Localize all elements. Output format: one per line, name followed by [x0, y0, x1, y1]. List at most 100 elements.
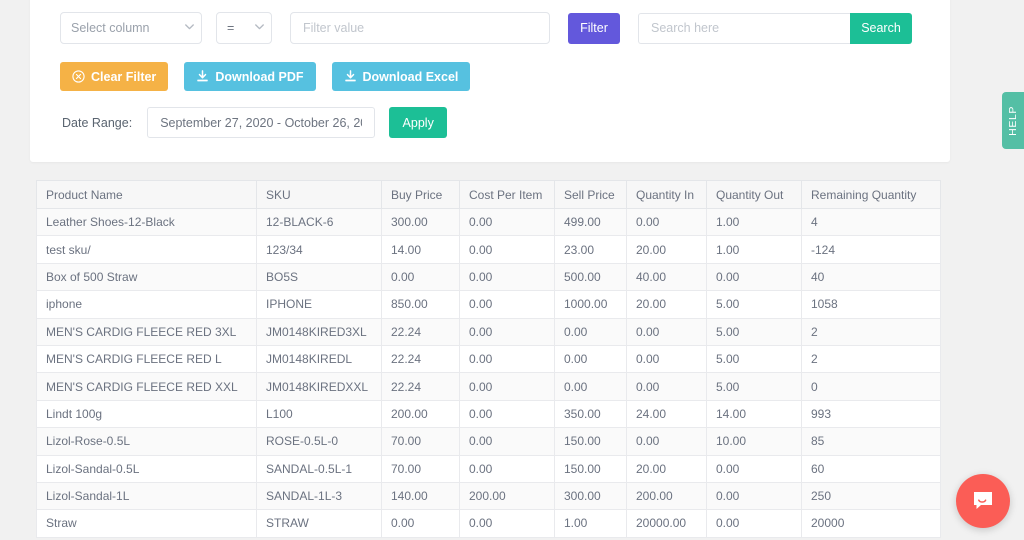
table-cell: SANDAL-1L-3: [256, 481, 382, 511]
select-column-dropdown[interactable]: Select column: [60, 12, 202, 44]
table-cell: 850.00: [381, 290, 460, 319]
table-cell: 70.00: [381, 427, 460, 456]
table-cell: Leather Shoes-12-Black: [36, 207, 257, 237]
table-row: MEN'S CARDIG FLEECE RED XXL JM0148KIREDXX…: [36, 372, 941, 401]
table-column-header: Quantity Out: [706, 180, 802, 209]
table-cell: 300.00: [381, 207, 460, 237]
filter-panel: Select column = Filter Search: [30, 0, 950, 162]
table-cell: 993: [801, 399, 941, 429]
table-row: Box of 500 Straw BO5S 0.00 0.00 500.00 40.00 0…: [36, 262, 941, 292]
table-body: Leather Shoes-12-Black 12-BLACK-6 300.00 0.…: [36, 207, 941, 538]
table-cell: 0.00: [626, 207, 707, 237]
table-cell: 5.00: [706, 317, 802, 346]
table-cell: test sku/: [36, 235, 257, 264]
table-cell: 23.00: [554, 235, 627, 264]
table-cell: Lizol-Sandal-1L: [36, 481, 257, 511]
table-cell: BO5S: [256, 262, 382, 292]
date-range-input[interactable]: [147, 107, 376, 138]
download-pdf-label: Download PDF: [215, 69, 304, 84]
table-cell: 20.00: [626, 454, 707, 483]
table-cell: 499.00: [554, 207, 627, 237]
table-cell: 20000.00: [626, 509, 707, 538]
table-header: Product Name SKU Buy Price Cost Per Item Sel…: [36, 180, 941, 209]
chat-bubble-icon: [970, 488, 996, 514]
table-cell: 150.00: [554, 427, 627, 456]
table-cell: 123/34: [256, 235, 382, 264]
table-cell: 0.00: [554, 344, 627, 374]
search-input[interactable]: [638, 12, 850, 44]
table-cell: Lindt 100g: [36, 399, 257, 429]
chat-widget-button[interactable]: [956, 474, 1010, 528]
table-cell: 4: [801, 207, 941, 237]
help-tab[interactable]: HELP: [1002, 92, 1024, 149]
table-cell: 0.00: [459, 427, 555, 456]
table-row: MEN'S CARDIG FLEECE RED L JM0148KIREDL 22.…: [36, 344, 941, 374]
table-cell: 0.00: [626, 344, 707, 374]
table-row: Straw STRAW 0.00 0.00 1.00 20000.00 0.00 20000: [36, 509, 941, 538]
inventory-table: Product Name SKU Buy Price Cost Per Item Sel…: [36, 180, 941, 538]
date-range-label: Date Range:: [62, 115, 133, 130]
table-cell: 0.00: [554, 317, 627, 346]
download-icon: [344, 70, 357, 83]
search-group: Search: [638, 12, 912, 44]
table-cell: 0.00: [459, 262, 555, 292]
table-column-header: Product Name: [36, 180, 257, 209]
chevron-down-icon: [255, 24, 264, 32]
table-cell: 70.00: [381, 454, 460, 483]
table-cell: 24.00: [626, 399, 707, 429]
table-cell: 0.00: [459, 454, 555, 483]
table-row: Lizol-Rose-0.5L ROSE-0.5L-0 70.00 0.00 150.0…: [36, 427, 941, 456]
table-cell: JM0148KIREDL: [256, 344, 382, 374]
table-row: test sku/123/34 14.00 0.00 23.00 20.00 1.00 -1…: [36, 235, 941, 264]
table-cell: 140.00: [381, 481, 460, 511]
table-row: Lizol-Sandal-0.5L SANDAL-0.5L-1 70.00 0.00 1…: [36, 454, 941, 483]
table-cell: 22.24: [381, 317, 460, 346]
table-cell: 350.00: [554, 399, 627, 429]
circle-x-icon: [72, 70, 85, 83]
apply-button[interactable]: Apply: [389, 107, 448, 138]
table-cell: 10.00: [706, 427, 802, 456]
search-button[interactable]: Search: [850, 12, 912, 44]
table-cell: 0.00: [381, 509, 460, 538]
page-root: Select column = Filter Search: [0, 0, 1024, 540]
table-column-header: Quantity In: [626, 180, 707, 209]
table-cell: 5.00: [706, 344, 802, 374]
table-header-row: Product Name SKU Buy Price Cost Per Item Sel…: [36, 180, 941, 209]
clear-filter-button[interactable]: Clear Filter: [60, 62, 169, 91]
table-row: iphone IPHONE 850.00 0.00 1000.00 20.00 5.00 10…: [36, 290, 941, 319]
table-column-header: Sell Price: [554, 180, 627, 209]
table-cell: 0.00: [459, 372, 555, 401]
table-cell: 2: [801, 317, 941, 346]
table-cell: 0.00: [459, 317, 555, 346]
table-cell: -124: [801, 235, 941, 264]
table-cell: 0.00: [381, 262, 460, 292]
table-cell: 40: [801, 262, 941, 292]
table-cell: MEN'S CARDIG FLEECE RED L: [36, 344, 257, 374]
table-row: Lizol-Sandal-1L SANDAL-1L-3 140.00 200.00 30…: [36, 481, 941, 511]
table-cell: 200.00: [459, 481, 555, 511]
table-cell: 22.24: [381, 344, 460, 374]
table-column-header: SKU: [256, 180, 382, 209]
filter-button[interactable]: Filter: [568, 12, 620, 44]
table-column-header: Remaining Quantity: [801, 180, 941, 209]
table-cell: 0.00: [459, 344, 555, 374]
table-cell: Box of 500 Straw: [36, 262, 257, 292]
table-cell: 0.00: [706, 509, 802, 538]
operator-value: =: [227, 21, 235, 35]
table-cell: iphone: [36, 290, 257, 319]
table-cell: JM0148KIREDXXL: [256, 372, 382, 401]
operator-dropdown[interactable]: =: [216, 12, 272, 44]
table-cell: 0.00: [459, 235, 555, 264]
download-pdf-button[interactable]: Download PDF: [184, 62, 316, 91]
download-excel-label: Download Excel: [362, 69, 459, 84]
date-range-row: Date Range: Apply: [62, 107, 448, 138]
download-excel-button[interactable]: Download Excel: [331, 62, 471, 91]
table-cell: 0: [801, 372, 941, 401]
table-cell: 0.00: [554, 372, 627, 401]
table-cell: 0.00: [459, 207, 555, 237]
clear-filter-label: Clear Filter: [91, 69, 157, 84]
filter-value-input[interactable]: [290, 12, 550, 44]
table-cell: 14.00: [381, 235, 460, 264]
table-cell: 300.00: [554, 481, 627, 511]
help-tab-label: HELP: [1007, 105, 1019, 136]
